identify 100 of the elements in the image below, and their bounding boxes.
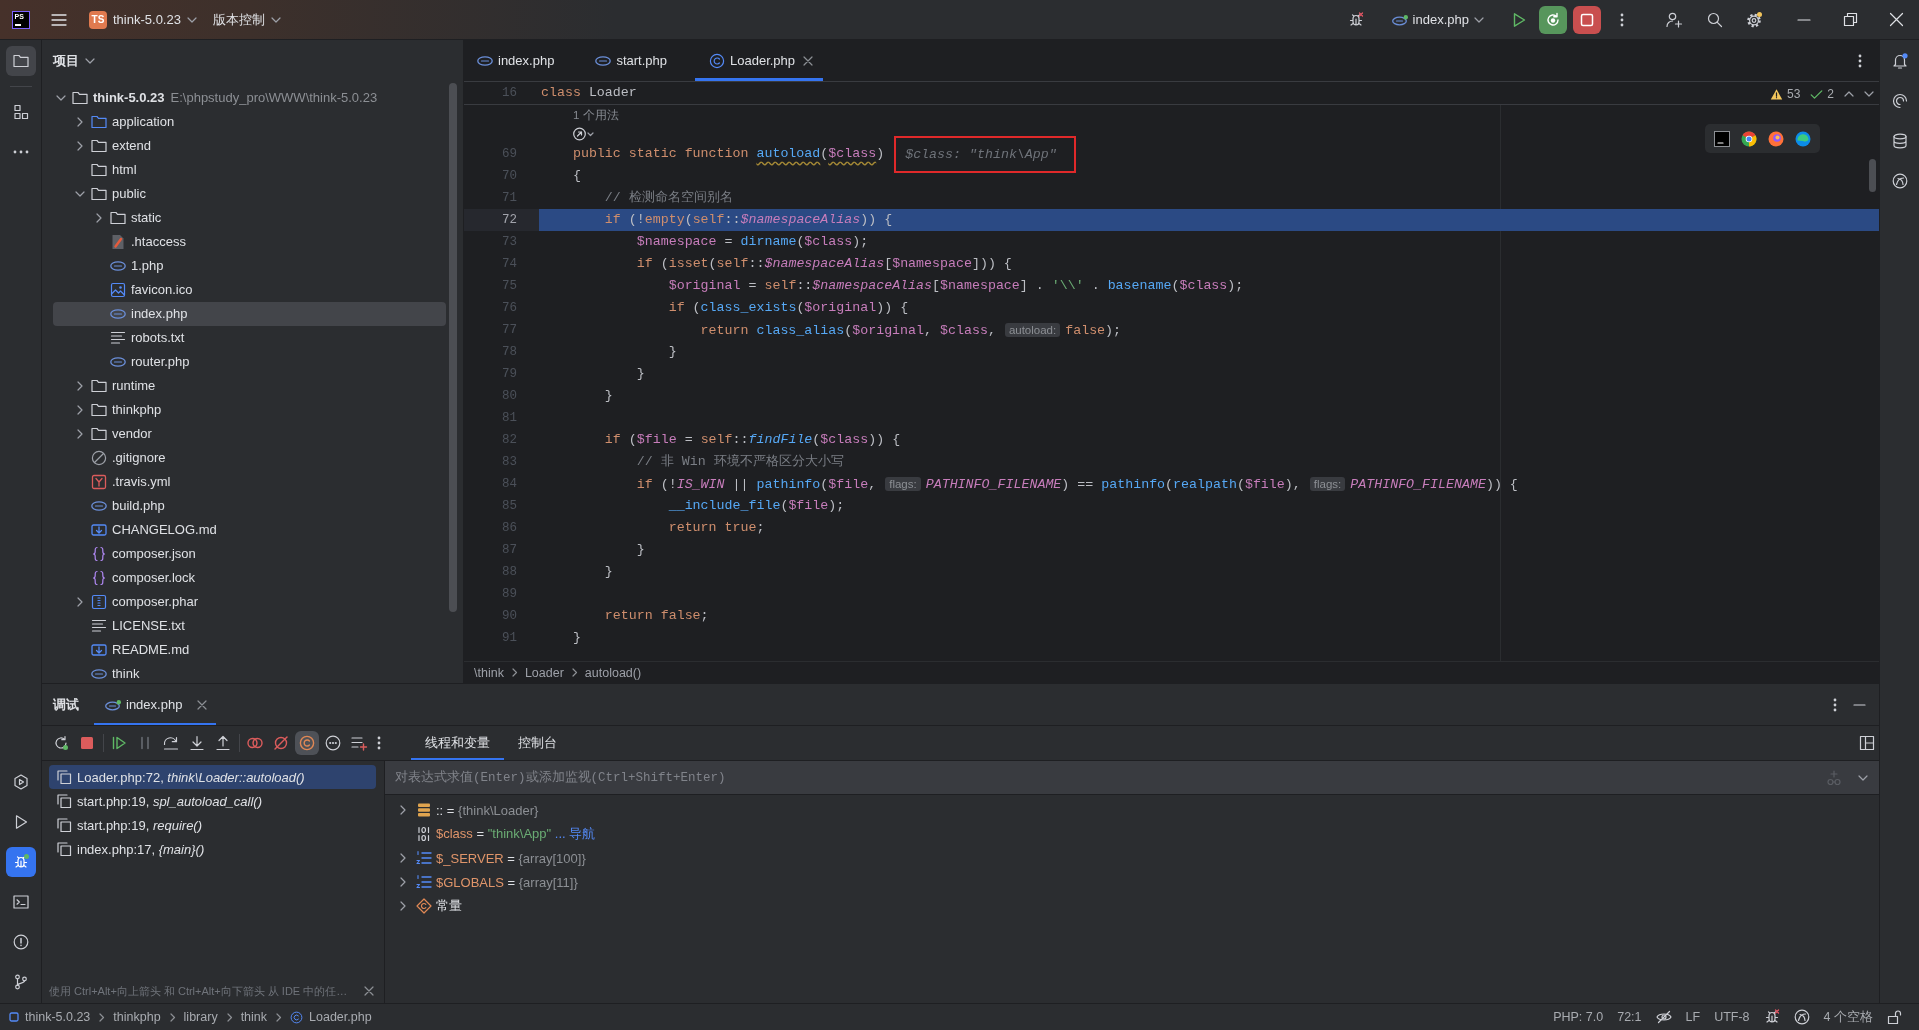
tree-item[interactable]: think: [53, 662, 140, 683]
tree-item[interactable]: build.php: [53, 494, 165, 518]
chevron-icon[interactable]: [400, 901, 406, 911]
stack-frame[interactable]: Loader.php:72, think\Loader::autoload(): [49, 765, 376, 789]
tree-item[interactable]: router.php: [53, 350, 190, 374]
passed-count[interactable]: 2: [1827, 87, 1834, 101]
tree-item[interactable]: thinkphp: [53, 398, 162, 422]
minimize-icon[interactable]: [1853, 703, 1866, 706]
close-icon[interactable]: [197, 699, 208, 710]
chevron-icon[interactable]: [400, 853, 406, 863]
chevron-icon[interactable]: [77, 405, 83, 415]
tree-item[interactable]: LICENSE.txt: [53, 614, 185, 638]
tree-item[interactable]: extend: [53, 134, 152, 158]
step-over-icon[interactable]: [163, 735, 179, 751]
bell-icon[interactable]: [1891, 53, 1908, 69]
bug-icon[interactable]: [1763, 1009, 1780, 1025]
breadcrumb-item[interactable]: Loader: [524, 665, 564, 680]
editor-tab[interactable]: start.php: [582, 40, 695, 81]
variable-entry[interactable]: $GLOBALS = {array[11]}: [436, 874, 578, 890]
tree-item[interactable]: html: [53, 158, 137, 182]
branch-icon[interactable]: [12, 974, 29, 990]
chevron-down-icon[interactable]: [1858, 774, 1868, 781]
variable-entry[interactable]: $class = "think\App" ... 导航: [436, 825, 596, 843]
bug-icon[interactable]: [5, 847, 36, 877]
chevron-icon[interactable]: [77, 429, 83, 439]
tree-item[interactable]: README.md: [53, 638, 190, 662]
step-out-icon[interactable]: [215, 735, 231, 751]
stack-frame[interactable]: start.php:19, require(): [49, 813, 208, 837]
chevron-icon[interactable]: [400, 805, 406, 815]
breadcrumb-item[interactable]: thinkphp: [113, 1010, 161, 1024]
more-icon[interactable]: [1833, 697, 1837, 712]
scrollbar-thumb[interactable]: [449, 83, 457, 612]
session-tab[interactable]: index.php: [94, 684, 217, 725]
variable-entry[interactable]: $_SERVER = {array[100]}: [436, 850, 586, 866]
stack-frame[interactable]: index.php:17, {main}(): [49, 837, 211, 861]
services-icon[interactable]: [12, 774, 29, 790]
run-config-dropdown[interactable]: index.php: [1391, 12, 1484, 27]
warning-circle-icon[interactable]: [12, 934, 29, 950]
tree-item[interactable]: think-5.0.23 E:\phpstudy_pro\WWW\think-5.0.23: [53, 86, 378, 110]
more-icon[interactable]: [12, 150, 29, 154]
resume-icon[interactable]: [111, 735, 127, 751]
chevron-icon[interactable]: [96, 213, 102, 223]
tree-item[interactable]: composer.lock: [53, 566, 196, 590]
line-separator[interactable]: LF: [1685, 1010, 1701, 1024]
chevron-down-icon[interactable]: [1864, 91, 1874, 97]
breadcrumb-item[interactable]: think: [240, 1010, 268, 1024]
rerun-icon[interactable]: [53, 735, 69, 751]
chevron-icon[interactable]: [77, 381, 83, 391]
breadcrumb-item[interactable]: \think: [474, 665, 504, 680]
browser-icon[interactable]: [1795, 130, 1811, 147]
vcs-dropdown[interactable]: 版本控制: [212, 10, 281, 29]
terminal-icon[interactable]: [12, 894, 29, 910]
tree-item[interactable]: .gitignore: [53, 446, 166, 470]
lock-icon[interactable]: [1887, 1009, 1903, 1025]
circle-dots-icon[interactable]: [325, 735, 341, 751]
tree-item[interactable]: runtime: [53, 374, 156, 398]
php-version[interactable]: PHP: 7.0: [1553, 1010, 1604, 1024]
editor-tab[interactable]: index.php: [464, 40, 583, 81]
chevron-icon[interactable]: [75, 191, 85, 197]
more-icon[interactable]: [1620, 12, 1624, 27]
tree-item[interactable]: vendor: [53, 422, 152, 446]
constant-icon[interactable]: [295, 731, 319, 755]
project-view-dropdown[interactable]: 项目: [53, 52, 95, 70]
indent-setting[interactable]: 4 个空格: [1823, 1008, 1873, 1026]
mute-breakpoints-icon[interactable]: [273, 735, 289, 751]
tree-item[interactable]: robots.txt: [53, 326, 185, 350]
variable-entry[interactable]: 常量: [436, 897, 462, 915]
usages-hint[interactable]: 1 个用法: [573, 107, 619, 123]
database-icon[interactable]: [1891, 133, 1908, 149]
evaluate-input[interactable]: 对表达式求值(Enter)或添加监视(Ctrl+Shift+Enter): [395, 765, 1810, 790]
close-icon[interactable]: [803, 55, 814, 66]
folder-icon[interactable]: [5, 46, 36, 76]
browser-icon[interactable]: [1768, 130, 1784, 147]
assistant-icon[interactable]: [1891, 173, 1908, 189]
circle-arrow-icon[interactable]: [573, 126, 594, 142]
tree-item[interactable]: composer.json: [53, 542, 196, 566]
more-icon[interactable]: [1858, 53, 1862, 68]
chevron-icon[interactable]: [400, 877, 406, 887]
swirl-icon[interactable]: [1891, 93, 1908, 109]
tree-item[interactable]: composer.phar: [53, 590, 198, 614]
project-dropdown[interactable]: TS think-5.0.23: [89, 10, 197, 29]
tree-item[interactable]: index.php: [53, 302, 446, 326]
evaluate-field[interactable]: 对表达式求值(Enter)或添加监视(Ctrl+Shift+Enter): [385, 761, 1879, 795]
chevron-icon[interactable]: [77, 141, 83, 151]
stack-frame[interactable]: start.php:19, spl_autoload_call(): [49, 789, 268, 813]
tree-item[interactable]: application: [53, 110, 175, 134]
encoding[interactable]: UTF-8: [1714, 1010, 1750, 1024]
chevron-icon[interactable]: [77, 117, 83, 127]
add-watch-icon[interactable]: [351, 735, 367, 751]
breadcrumb-item[interactable]: autoload(): [584, 665, 642, 680]
breadcrumb-item[interactable]: Loader.php: [290, 1010, 372, 1024]
scrollbar-thumb[interactable]: [1869, 159, 1876, 192]
restore-icon[interactable]: [1842, 12, 1858, 27]
chevron-up-icon[interactable]: [1844, 91, 1854, 97]
add-user-icon[interactable]: [1666, 11, 1682, 28]
warning-count[interactable]: 53: [1786, 87, 1801, 101]
tree-item[interactable]: favicon.ico: [53, 278, 193, 302]
settings-icon[interactable]: [1746, 11, 1762, 28]
breadcrumb-item[interactable]: think-5.0.23: [9, 1010, 91, 1024]
debug-rerun-icon[interactable]: [1539, 5, 1567, 34]
